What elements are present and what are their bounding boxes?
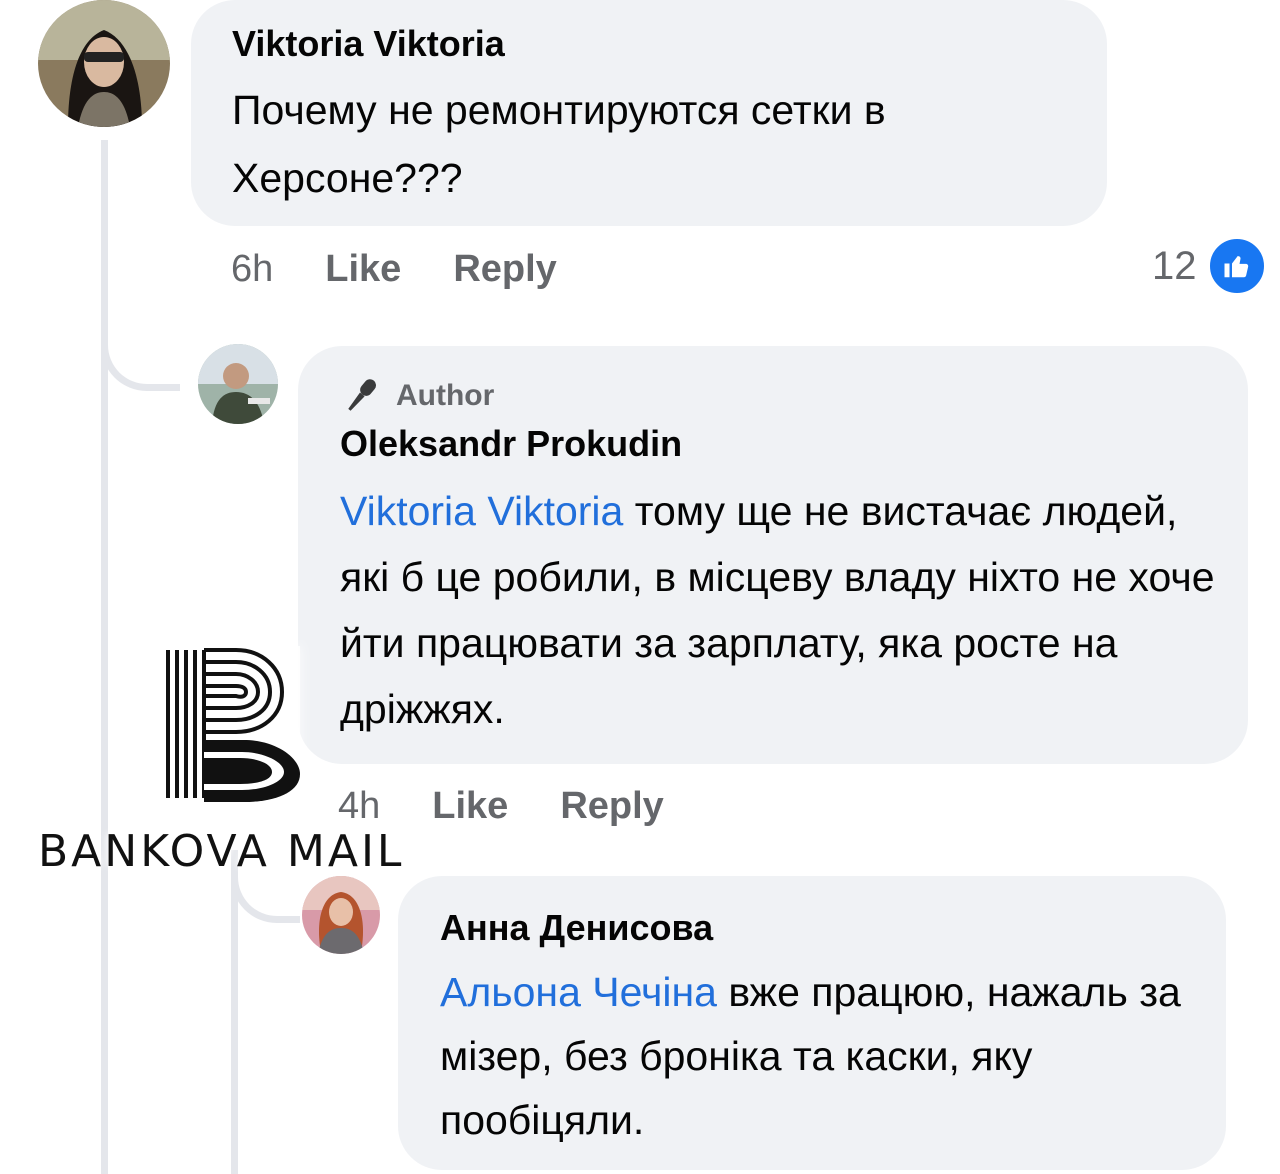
avatar[interactable] [198, 344, 278, 424]
comment-author[interactable]: Анна Денисова [440, 906, 1226, 950]
like-reaction-icon [1206, 236, 1267, 296]
reply-button[interactable]: Reply [560, 785, 663, 827]
thread-connector [101, 330, 180, 391]
comment-bubble: Анна Денисова Альона Чечіна вже працюю, … [398, 876, 1226, 1170]
comment-bubble: Author Oleksandr Prokudin Viktoria Vikto… [298, 346, 1248, 764]
comment-author[interactable]: Viktoria Viktoria [232, 22, 1107, 66]
mention-link[interactable]: Альона Чечіна [440, 969, 717, 1015]
like-button[interactable]: Like [325, 248, 401, 290]
author-badge: Author [340, 376, 1248, 416]
reaction-summary[interactable]: 12 [1152, 236, 1267, 296]
author-badge-label: Author [396, 379, 495, 412]
comment-author[interactable]: Oleksandr Prokudin [340, 422, 1248, 466]
avatar[interactable] [38, 0, 170, 127]
comment-actions: 6h Like Reply [231, 248, 557, 291]
microphone-icon [340, 376, 382, 416]
reaction-count: 12 [1152, 243, 1197, 288]
comment-text: Почему не ремонтируются сетки в Херсоне?… [232, 87, 886, 201]
comment-bubble: Viktoria Viktoria Почему не ремонтируютс… [191, 0, 1107, 226]
reply-button[interactable]: Reply [453, 248, 556, 290]
comment-time[interactable]: 6h [231, 248, 273, 290]
comment-thread: Viktoria Viktoria Почему не ремонтируютс… [0, 0, 1280, 1174]
mention-link[interactable]: Viktoria Viktoria [340, 488, 623, 534]
bankova-mail-wordmark: BANKOVA MAIL [38, 826, 405, 877]
comment-text: Альона Чечіна вже працюю, нажаль за мізе… [440, 960, 1210, 1152]
comment-text: Viktoria Viktoria тому ще не вистачає лю… [340, 478, 1220, 742]
like-button[interactable]: Like [432, 785, 508, 827]
avatar[interactable] [302, 876, 380, 954]
